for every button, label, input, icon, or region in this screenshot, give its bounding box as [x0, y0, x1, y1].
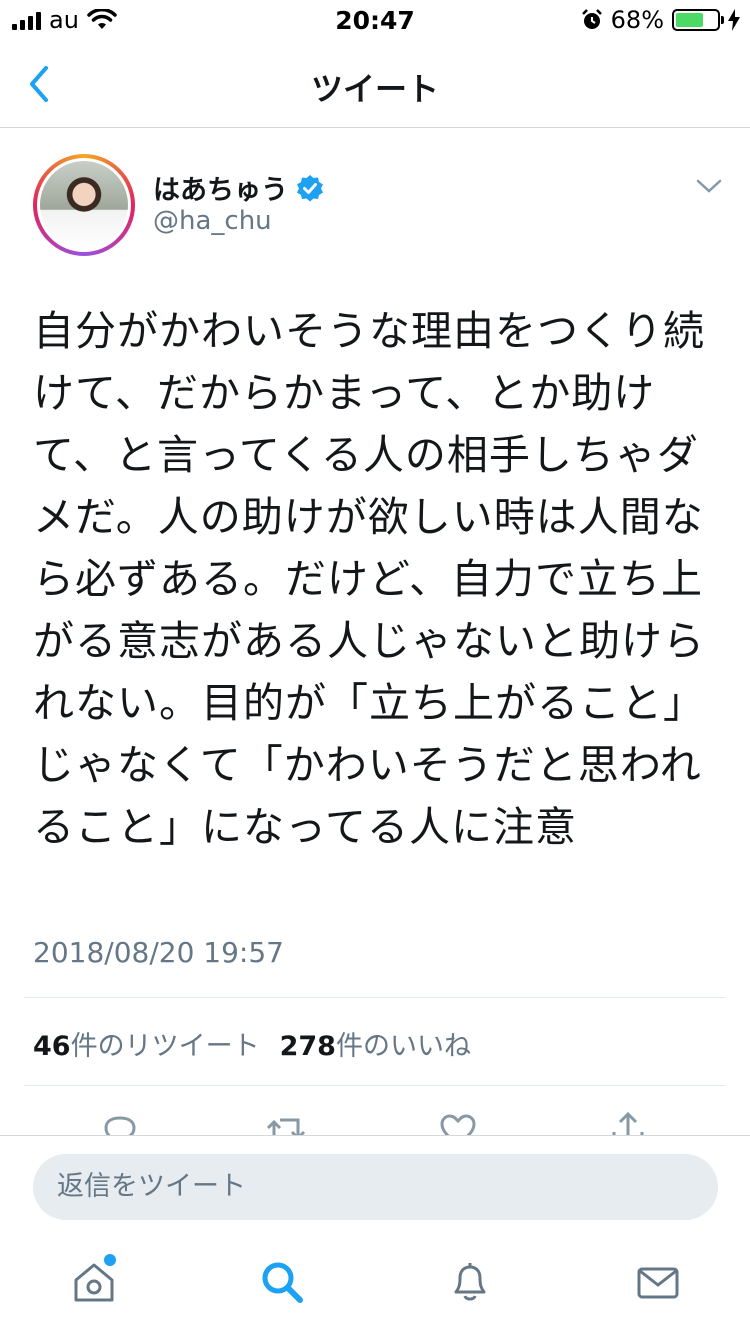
retweet-count: 46: [33, 1031, 71, 1062]
mail-icon[interactable]: [634, 1258, 682, 1306]
like-count: 278: [279, 1031, 336, 1062]
like-icon[interactable]: [436, 1108, 480, 1136]
tweet-text: 自分がかわいそうな理由をつくり続けて、だからかまって、とか助けて、と言ってくる人…: [33, 307, 705, 851]
engagement-counts: 46件のリツイート 278件のいいね: [33, 1024, 471, 1063]
retweet-count-link[interactable]: 46件のリツイート: [33, 1024, 260, 1063]
reply-bar: 返信をツイート: [0, 1135, 750, 1235]
tweet-timestamp: 2018/08/20 19:57: [33, 936, 284, 969]
reply-icon[interactable]: [98, 1108, 142, 1136]
charging-icon: [728, 9, 740, 31]
status-bar: au 20:47 68%: [0, 0, 750, 40]
divider: [24, 1085, 725, 1086]
share-icon[interactable]: [606, 1108, 650, 1136]
user-name-row[interactable]: はあちゅう: [153, 168, 324, 207]
battery-icon: [672, 9, 724, 31]
notification-dot: [104, 1254, 116, 1266]
battery-percent: 68%: [610, 6, 664, 34]
avatar-photo: [37, 158, 131, 252]
status-right: 68%: [581, 6, 740, 34]
verified-badge-icon: [297, 174, 323, 201]
alarm-icon: [581, 9, 602, 29]
battery-fill: [676, 13, 704, 27]
retweet-label: 件のリツイート: [70, 1031, 260, 1062]
like-label: 件のいいね: [335, 1031, 471, 1062]
search-icon[interactable]: [258, 1258, 306, 1306]
like-count-link[interactable]: 278件のいいね: [280, 1024, 471, 1063]
chevron-down-icon[interactable]: [694, 176, 724, 196]
retweet-icon[interactable]: [264, 1108, 308, 1136]
tab-bar: [0, 1236, 750, 1334]
nav-bar: ツイート: [0, 40, 750, 128]
user-handle[interactable]: @ha_chu: [153, 206, 272, 236]
reply-input[interactable]: 返信をツイート: [33, 1154, 718, 1220]
divider: [24, 997, 725, 998]
tweet-actions: [0, 1100, 750, 1136]
bell-icon[interactable]: [446, 1258, 494, 1306]
page-title: ツイート: [310, 70, 439, 108]
user-name: はあちゅう: [153, 175, 288, 206]
avatar[interactable]: [33, 154, 135, 256]
